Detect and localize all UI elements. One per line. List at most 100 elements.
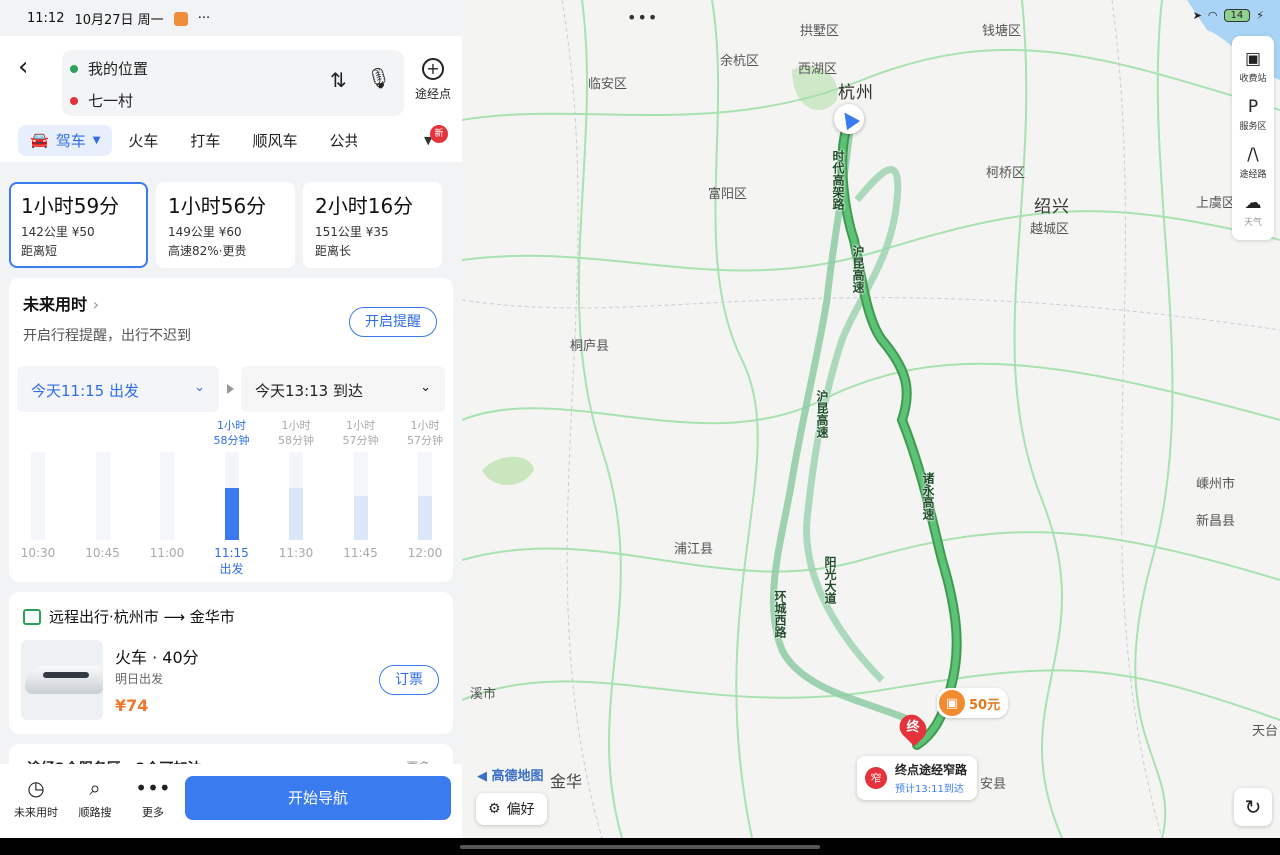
start-navigation-button[interactable]: 开始导航	[185, 776, 451, 820]
remote-travel-card[interactable]: 远程出行·杭州市 ⟶ 金华市 火车 · 40分 明日出发 ¥74 订票	[9, 592, 453, 734]
bar-duration-minutes: 58分钟	[213, 434, 250, 447]
road-label: 时代高架路	[831, 150, 845, 210]
tab-train[interactable]: 火车	[112, 130, 174, 151]
destination-label: 七一村	[88, 92, 134, 110]
map-view[interactable]: ••• ➤ ◠ 14 ⚡ 拱墅区 钱塘区 余杭区 临安区 西湖区 杭州 富阳区 柯桥区 绍兴 越城…	[462, 0, 1280, 838]
route-duration: 2小时16分	[315, 194, 414, 218]
origin-label: 我的位置	[88, 60, 149, 78]
location-icon: ➤	[1192, 9, 1202, 22]
arrive-time-select[interactable]: 今天13:13 到达 ⌄	[241, 366, 445, 412]
time-bar[interactable]: 1小时 57分钟 12:00	[400, 418, 450, 560]
end-pin-label: 终	[906, 720, 920, 735]
place-label: 嵊州市	[1196, 477, 1236, 492]
destination-dot-icon	[70, 96, 78, 105]
road-label: 环城西路	[773, 590, 787, 638]
time-bar[interactable]: 10:45	[78, 418, 128, 560]
train-date: 明日出发	[115, 672, 164, 686]
enable-reminder-button[interactable]: 开启提醒	[349, 307, 437, 337]
bar-track	[353, 452, 368, 540]
future-subtitle: 开启行程提醒，出行不迟到	[23, 328, 191, 344]
route-duration: 1小时59分	[21, 194, 120, 218]
bar-time-label: 11:30	[278, 546, 314, 560]
toll-badge[interactable]: ▣ 50元	[937, 688, 1009, 718]
car-icon: 🚘	[30, 131, 49, 149]
place-label: 天台	[1252, 724, 1279, 739]
via-road-icon: /\	[1247, 144, 1259, 165]
start-marker[interactable]	[834, 104, 864, 134]
destination-card[interactable]: 窄 终点途经窄路 预计13:11到达	[857, 756, 978, 800]
weather-icon: ☁	[1244, 192, 1262, 213]
bar-time-label: 10:30	[20, 546, 56, 560]
search-icon: ⌕	[89, 776, 101, 800]
tab-taxi[interactable]: 打车	[174, 130, 236, 151]
place-label: 西湖区	[798, 62, 838, 77]
tool-label: 天气	[1243, 217, 1262, 228]
chevron-down-icon: ⌄	[420, 380, 431, 395]
route-option-3[interactable]: 2小时16分 151公里 ¥35 距离长	[303, 182, 442, 268]
tool-weather[interactable]: ☁ 天气	[1232, 186, 1274, 234]
bar-time-label: 11:00	[149, 546, 185, 560]
route-options: 1小时59分 142公里 ¥50 距离短 1小时56分 149公里 ¥60 高速…	[9, 182, 442, 268]
train-window	[43, 672, 89, 678]
bar-track	[31, 452, 45, 540]
swap-icon[interactable]: ⇅	[330, 68, 347, 92]
bar-track	[95, 452, 110, 540]
tool-via-road[interactable]: /\ 途经路	[1232, 138, 1274, 186]
route-tag: 距离短	[21, 244, 58, 258]
depart-time-select[interactable]: 今天11:15 出发 ⌄	[17, 366, 219, 412]
future-time-card: 未来用时 › 开启行程提醒，出行不迟到 开启提醒 今天11:15 出发 ⌄ 今天…	[9, 278, 453, 582]
more-button[interactable]: ••• 更多	[123, 776, 183, 820]
tool-label: 途经路	[1239, 169, 1267, 180]
bar-fill	[224, 488, 239, 540]
tab-transit[interactable]: 公共交	[313, 130, 357, 151]
train-image	[21, 640, 103, 720]
tab-drive[interactable]: 🚘 驾车 ▼	[18, 124, 113, 156]
bar-fill	[289, 488, 303, 540]
time-bar[interactable]: 1小时 58分钟 11:15 出发	[207, 418, 257, 577]
road-label: 沪昆高速	[851, 245, 865, 293]
preference-button[interactable]: ⚙ 偏好	[476, 793, 547, 825]
along-search-button[interactable]: ⌕ 顺路搜	[65, 776, 125, 820]
add-via-button[interactable]: + 途经点	[413, 58, 453, 102]
time-bar[interactable]: 10:30	[13, 418, 63, 560]
wifi-icon: ◠	[1207, 9, 1218, 22]
remote-title: 远程出行·杭州市 ⟶ 金华市	[23, 606, 235, 627]
more-icon: •••	[135, 776, 171, 800]
destination-field[interactable]: 七一村	[70, 90, 133, 111]
time-bar[interactable]: 1小时 58分钟 11:30	[271, 418, 321, 560]
status-icons: ➤ ◠ 14 ⚡	[1193, 9, 1264, 22]
tool-service-area[interactable]: P 服务区	[1232, 90, 1274, 138]
bar-duration-minutes: 58分钟	[278, 434, 314, 447]
bar-track	[160, 452, 174, 540]
more-dots-icon[interactable]: •••	[627, 8, 658, 27]
new-badge: 新	[430, 125, 448, 143]
origin-field[interactable]: 我的位置	[70, 58, 148, 79]
back-button[interactable]: ‹	[18, 54, 48, 84]
via-label: 途经点	[414, 87, 451, 101]
transport-mode-tabs: 🚘 驾车 ▼ 火车 打车 顺风车 公共交	[18, 124, 357, 156]
bar-time-label: 10:45	[85, 546, 120, 560]
time-bar[interactable]: 11:00	[142, 418, 192, 560]
map-canvas[interactable]	[462, 0, 1280, 838]
tool-toll-station[interactable]: ▣ 收费站	[1232, 42, 1274, 90]
app-root: ••• ➤ ◠ 14 ⚡ 拱墅区 钱塘区 余杭区 临安区 西湖区 杭州 富阳区 柯桥区 绍兴 越城…	[0, 0, 1280, 855]
refresh-button[interactable]: ↻	[1234, 788, 1272, 826]
book-ticket-button[interactable]: 订票	[379, 665, 439, 695]
route-option-2[interactable]: 1小时56分 149公里 ¥60 高速82%·更贵	[156, 182, 295, 268]
more-notifications-icon: ···	[197, 11, 211, 26]
bar-track	[224, 452, 239, 540]
microphone-icon[interactable]: 🎙	[366, 66, 391, 90]
time-bar[interactable]: 1小时 57分钟 11:45	[336, 418, 386, 560]
destination-title: 终点途经窄路	[895, 763, 968, 777]
home-indicator[interactable]	[460, 845, 820, 849]
toll-icon: ▣	[939, 690, 965, 716]
future-title[interactable]: 未来用时 ›	[23, 291, 99, 315]
place-label: 拱墅区	[800, 24, 840, 39]
place-label: 安县	[980, 777, 1007, 792]
tab-carpool[interactable]: 顺风车	[236, 130, 313, 151]
bar-time-label: 11:15 出发	[214, 546, 249, 576]
route-option-1[interactable]: 1小时59分 142公里 ¥50 距离短	[9, 182, 148, 268]
road-label: 诸永高速	[921, 472, 935, 520]
future-time-button[interactable]: ◷ 未来用时	[6, 776, 66, 820]
place-label: 越城区	[1030, 222, 1070, 237]
